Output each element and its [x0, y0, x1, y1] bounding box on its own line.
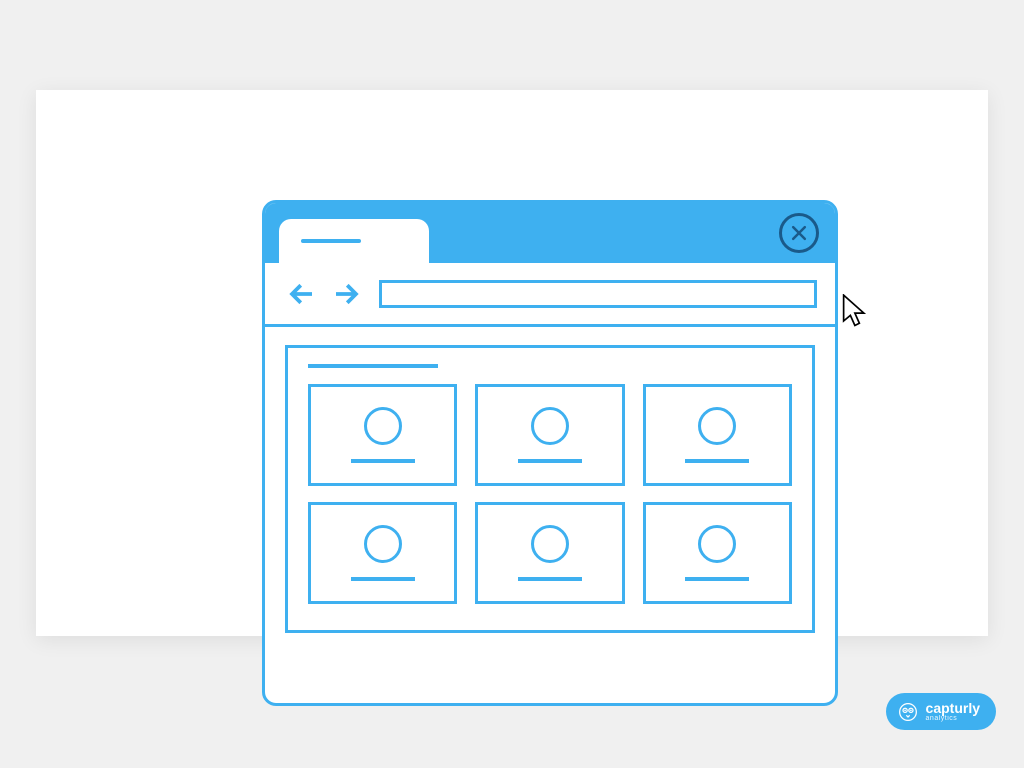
back-button[interactable] [283, 275, 321, 313]
card-label-placeholder [351, 577, 415, 581]
browser-window [262, 200, 838, 706]
avatar-circle-icon [531, 407, 569, 445]
arrow-right-icon [331, 279, 361, 309]
card-item[interactable] [643, 384, 792, 486]
close-icon [789, 223, 809, 243]
card-item[interactable] [475, 502, 624, 604]
avatar-circle-icon [531, 525, 569, 563]
avatar-circle-icon [698, 525, 736, 563]
avatar-circle-icon [364, 525, 402, 563]
forward-button[interactable] [327, 275, 365, 313]
panel-title-placeholder [308, 364, 438, 368]
card-label-placeholder [518, 577, 582, 581]
page-content [265, 327, 835, 651]
card-label-placeholder [518, 459, 582, 463]
cursor-icon [842, 294, 870, 330]
owl-icon [898, 702, 918, 722]
card-label-placeholder [685, 577, 749, 581]
arrow-left-icon [287, 279, 317, 309]
card-item[interactable] [308, 502, 457, 604]
illustration-canvas [36, 90, 988, 636]
avatar-circle-icon [364, 407, 402, 445]
close-button[interactable] [779, 213, 819, 253]
browser-tab[interactable] [279, 219, 429, 263]
card-item[interactable] [308, 384, 457, 486]
card-item[interactable] [643, 502, 792, 604]
card-grid [308, 384, 792, 604]
content-panel [285, 345, 815, 633]
card-label-placeholder [685, 459, 749, 463]
address-bar[interactable] [379, 280, 817, 308]
browser-toolbar [265, 263, 835, 327]
brand-name: capturly [926, 701, 980, 715]
browser-tab-bar [265, 203, 835, 263]
avatar-circle-icon [698, 407, 736, 445]
card-item[interactable] [475, 384, 624, 486]
brand-subline: analytics [926, 715, 980, 722]
brand-badge: capturly analytics [886, 693, 996, 730]
card-label-placeholder [351, 459, 415, 463]
